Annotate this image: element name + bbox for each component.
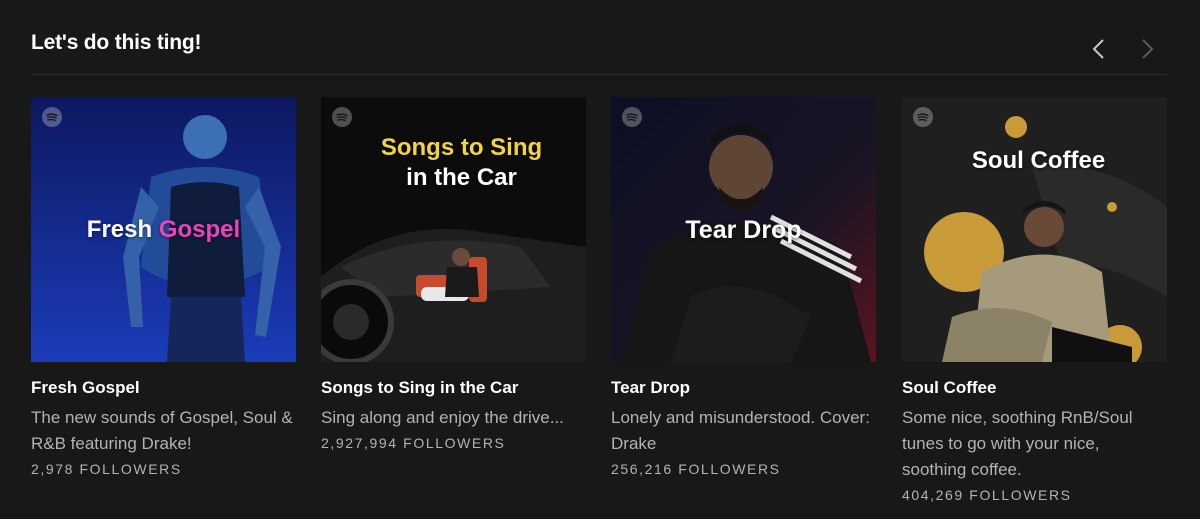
playlist-description: Lonely and misunderstood. Cover: Drake [611, 408, 870, 453]
playlist-name[interactable]: Tear Drop [611, 378, 876, 398]
playlist-description: The new sounds of Gospel, Soul & R&B fea… [31, 408, 293, 453]
playlist-name[interactable]: Fresh Gospel [31, 378, 296, 398]
playlist-cover-fresh-gospel[interactable]: Fresh Gospel [31, 97, 296, 362]
playlist-cover-songs-to-sing-in-the-car[interactable]: Songs to Sing in the Car [321, 97, 586, 362]
playlist-card-tear-drop[interactable]: Tear Drop Tear Drop Lonely and misunders… [611, 97, 876, 477]
follower-count: 404,269 FOLLOWERS [902, 487, 1072, 503]
shelf-title[interactable]: Let's do this ting! [31, 31, 202, 55]
cover-title: Songs to Sing in the Car [380, 134, 543, 191]
playlist-card-fresh-gospel[interactable]: Fresh Gospel Fresh Gospel The new sounds… [31, 97, 296, 477]
chevron-left-icon[interactable] [1087, 36, 1109, 62]
follower-count: 2,978 FOLLOWERS [31, 461, 182, 477]
follower-count: 2,927,994 FOLLOWERS [321, 435, 506, 451]
cover-title: Tear Drop [685, 216, 802, 244]
spotify-logo-icon [332, 107, 352, 127]
playlist-description: Sing along and enjoy the drive... [321, 408, 564, 427]
playlist-shelf: Let's do this ting! Fresh Gospel Fresh G… [0, 0, 1200, 519]
chevron-right-icon[interactable] [1137, 36, 1159, 62]
playlist-cover-tear-drop[interactable]: Tear Drop [611, 97, 876, 362]
cover-title: Fresh Gospel [86, 216, 241, 243]
playlist-card-soul-coffee[interactable]: Soul Coffee Soul Coffee Some nice, sooth… [902, 97, 1167, 503]
playlist-description: Some nice, soothing RnB/Soul tunes to go… [902, 408, 1133, 479]
cover-artwork [902, 97, 1167, 362]
playlist-card-songs-to-sing-in-the-car[interactable]: Songs to Sing in the Car Songs to Sing i… [321, 97, 586, 451]
spotify-logo-icon [622, 107, 642, 127]
playlist-name[interactable]: Soul Coffee [902, 378, 1167, 398]
spotify-logo-icon [913, 107, 933, 127]
spotify-logo-icon [42, 107, 62, 127]
playlist-name[interactable]: Songs to Sing in the Car [321, 378, 586, 398]
shelf-divider [31, 74, 1166, 75]
playlist-cover-soul-coffee[interactable]: Soul Coffee [902, 97, 1167, 362]
cover-title: Soul Coffee [971, 147, 1106, 174]
follower-count: 256,216 FOLLOWERS [611, 461, 781, 477]
